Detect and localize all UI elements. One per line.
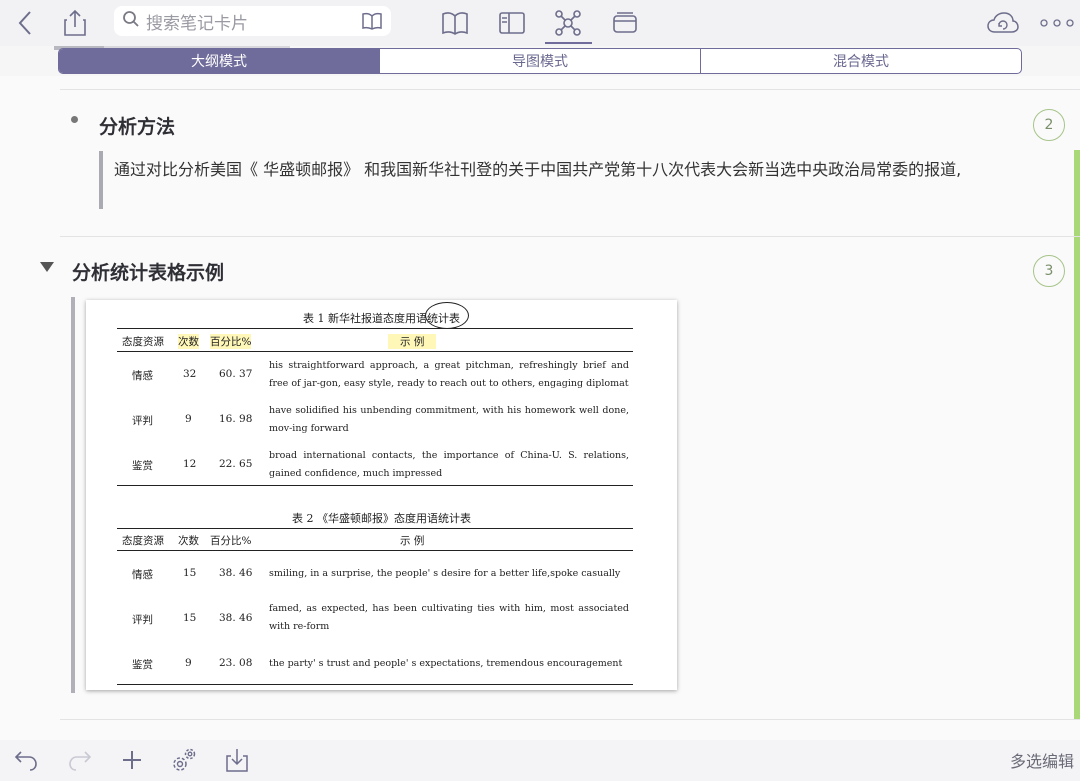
table-cell: 32 — [183, 368, 197, 380]
table-cell: 鉴赏 — [132, 659, 153, 671]
book-icon[interactable] — [361, 11, 383, 35]
outline-item-title[interactable]: 分析统计表格示例 — [72, 258, 224, 285]
table-cell: 23. 08 — [219, 657, 253, 669]
mode-mindmap[interactable]: 导图模式 — [379, 49, 700, 73]
table1-header: 百分比% — [210, 334, 252, 349]
table-rule — [117, 485, 633, 487]
divider — [60, 236, 1080, 237]
table2-caption: 表 2 《华盛顿邮报》态度用语统计表 — [292, 512, 471, 525]
table-cell: 评判 — [132, 415, 153, 427]
redo-icon[interactable] — [64, 744, 96, 776]
mode-mixed[interactable]: 混合模式 — [700, 49, 1021, 73]
table2-header: 百分比% — [210, 535, 252, 547]
collapse-triangle-icon[interactable] — [40, 262, 54, 272]
table-rule — [117, 684, 633, 686]
table-rule — [117, 328, 633, 330]
table-cell: 38. 46 — [219, 612, 253, 624]
table-cell: 16. 98 — [219, 413, 253, 425]
annotation-ellipse — [425, 302, 469, 329]
bullet-icon — [71, 116, 78, 123]
search-placeholder: 搜索笔记卡片 — [146, 13, 248, 34]
add-icon[interactable] — [116, 744, 148, 776]
outline-item-note[interactable]: 通过对比分析美国《 华盛顿邮报》 和我国新华社刊登的关于中国共产党第十八次代表大… — [114, 160, 984, 180]
table-cell: 9 — [185, 657, 192, 669]
table-rule — [117, 528, 633, 530]
table-cell-example: his straightforward approach, a great pi… — [269, 360, 629, 389]
table-cell: 15 — [183, 612, 197, 624]
table2-header: 次数 — [178, 535, 199, 547]
table-cell: 22. 65 — [219, 458, 253, 470]
table-cell: 鉴赏 — [132, 460, 153, 472]
item-number-badge[interactable]: 3 — [1033, 255, 1065, 287]
table-cell-example: the party' s trust and people' s expecta… — [269, 658, 623, 669]
top-toolbar: 搜索笔记卡片 — [0, 0, 1080, 46]
table-cell-example: famed, as expected, has been cultivating… — [269, 603, 629, 632]
table-cell-example: smiling, in a surprise, the people' s de… — [269, 568, 621, 579]
table-cell: 15 — [183, 567, 197, 579]
back-chevron-icon[interactable] — [8, 6, 42, 40]
settings-icon[interactable] — [168, 744, 200, 776]
table-cell-example: broad international contacts, the import… — [269, 450, 629, 479]
outline-book-icon[interactable] — [438, 6, 472, 40]
table2-header: 示 例 — [400, 535, 425, 547]
search-icon — [122, 10, 140, 32]
divider — [60, 719, 1080, 720]
table1-header: 示 例 — [388, 334, 437, 349]
divider — [60, 89, 1080, 90]
cards-icon[interactable] — [608, 6, 642, 40]
quote-bar — [71, 297, 75, 693]
embedded-table-image[interactable]: 表 1 新华社报道态度用语统计表 态度资源 次数 百分比% 示 例 情感 32 … — [86, 300, 677, 690]
table-cell-example: have solidified his unbending commitment… — [269, 405, 629, 434]
share-icon[interactable] — [58, 6, 92, 40]
table-cell: 情感 — [132, 569, 153, 581]
table-cell: 60. 37 — [219, 368, 253, 380]
table-cell: 评判 — [132, 614, 153, 626]
table-cell: 情感 — [132, 370, 153, 382]
import-icon[interactable] — [221, 744, 253, 776]
cloud-sync-icon[interactable] — [986, 6, 1020, 40]
panel-icon[interactable] — [495, 6, 529, 40]
mode-outline[interactable]: 大纲模式 — [59, 49, 379, 73]
search-field[interactable]: 搜索笔记卡片 — [114, 6, 391, 36]
bottom-toolbar: 多选编辑 — [0, 740, 1080, 781]
mode-segmented-control: 大纲模式 导图模式 混合模式 — [58, 48, 1022, 74]
undo-icon[interactable] — [10, 744, 42, 776]
table-cell: 9 — [185, 413, 192, 425]
outline-item-title[interactable]: 分析方法 — [99, 112, 175, 139]
table-rule — [117, 351, 633, 352]
table-cell: 38. 46 — [219, 567, 253, 579]
table1-header: 态度资源 — [122, 336, 164, 348]
active-tab-indicator — [545, 42, 592, 44]
more-icon[interactable] — [1038, 6, 1076, 40]
multi-select-edit-button[interactable]: 多选编辑 — [1010, 748, 1074, 772]
table-rule — [117, 550, 633, 551]
table2-header: 态度资源 — [122, 535, 164, 547]
mindmap-icon[interactable] — [551, 6, 585, 40]
table1-header: 次数 — [178, 334, 199, 349]
quote-bar — [99, 151, 103, 209]
table-cell: 12 — [183, 458, 197, 470]
table1-caption: 表 1 新华社报道态度用语统计表 — [303, 312, 460, 325]
item-number-badge[interactable]: 2 — [1033, 109, 1065, 141]
